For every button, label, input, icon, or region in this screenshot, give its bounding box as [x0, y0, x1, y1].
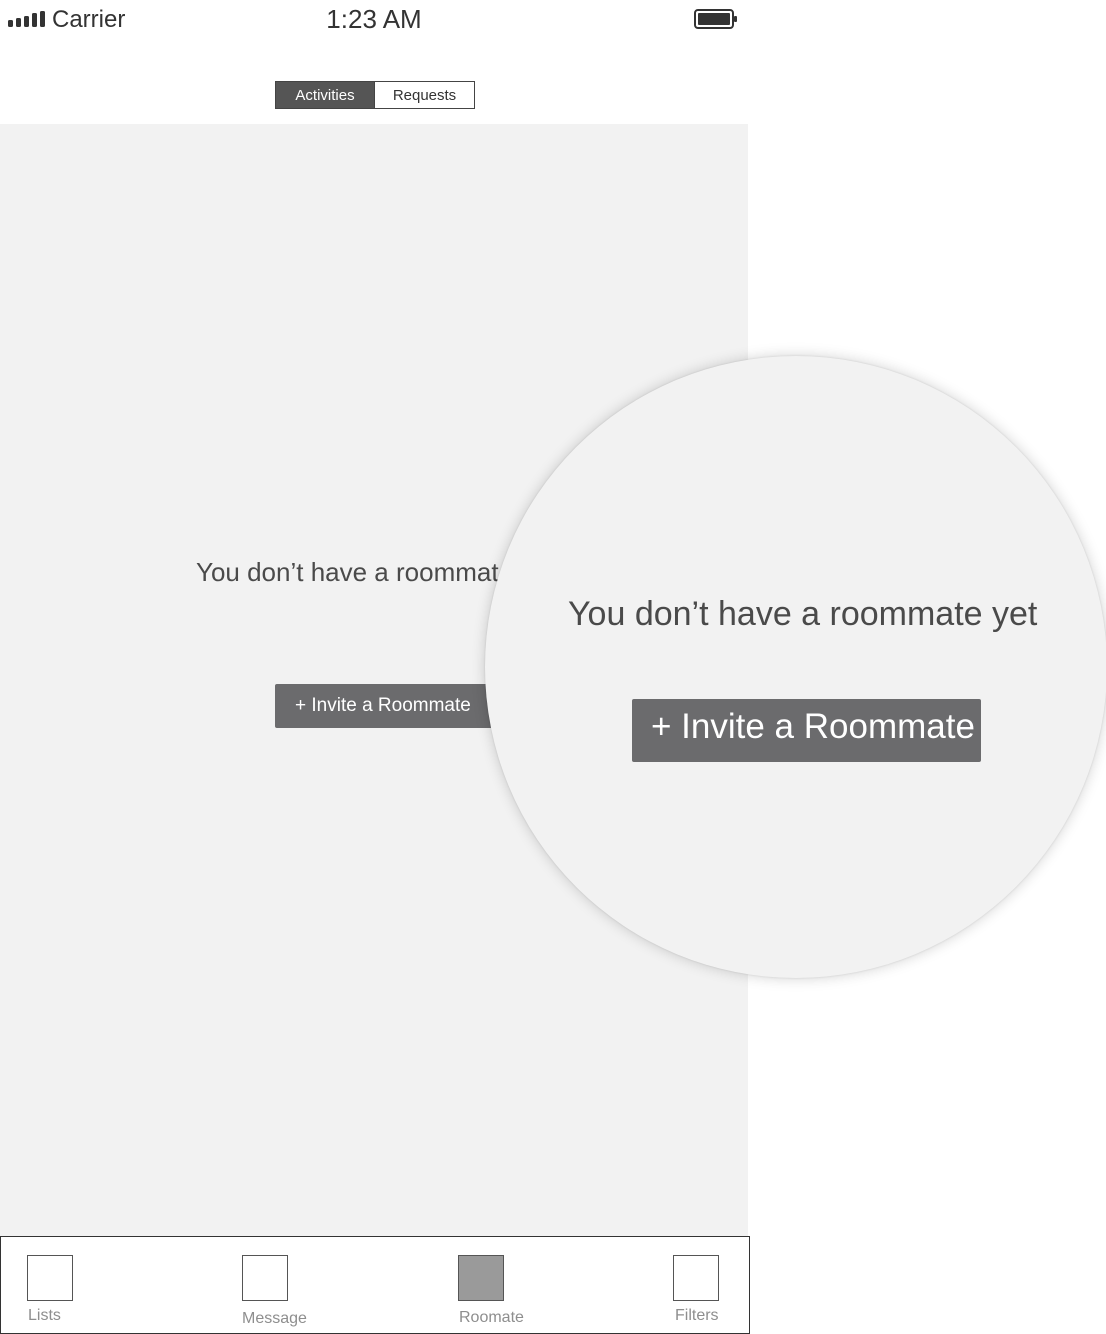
stage: Carrier 1:23 AM Activities Requests You …	[0, 0, 1106, 1334]
placeholder-square-icon	[242, 1255, 288, 1301]
placeholder-square-icon	[673, 1255, 719, 1301]
battery-full-icon	[694, 9, 737, 29]
placeholder-square-icon	[458, 1255, 504, 1301]
tab-label: Message	[242, 1310, 307, 1327]
tab-bar: Lists Message Roomate Filters	[0, 1236, 750, 1334]
tab-label: Filters	[675, 1307, 719, 1324]
placeholder-square-icon	[27, 1255, 73, 1301]
empty-state-message: You don’t have a roommat	[196, 557, 499, 587]
segment-requests[interactable]: Requests	[374, 82, 474, 108]
tab-message[interactable]: Message	[242, 1237, 322, 1333]
tab-filters[interactable]: Filters	[673, 1237, 733, 1333]
tab-roommate[interactable]: Roomate	[458, 1237, 538, 1333]
zoomed-empty-state-message: You don’t have a roommate yet	[568, 595, 1038, 633]
segment-activities[interactable]: Activities	[276, 82, 374, 108]
segmented-control: Activities Requests	[275, 81, 475, 109]
zoomed-invite-roommate-button[interactable]: + Invite a Roommate	[632, 699, 981, 762]
tab-label: Roomate	[459, 1309, 524, 1326]
tab-lists[interactable]: Lists	[27, 1237, 107, 1333]
status-bar: Carrier 1:23 AM	[0, 0, 748, 40]
status-time: 1:23 AM	[326, 4, 422, 34]
magnifier-callout: You don’t have a roommate yet + Invite a…	[485, 356, 1106, 978]
tab-label: Lists	[28, 1307, 61, 1324]
